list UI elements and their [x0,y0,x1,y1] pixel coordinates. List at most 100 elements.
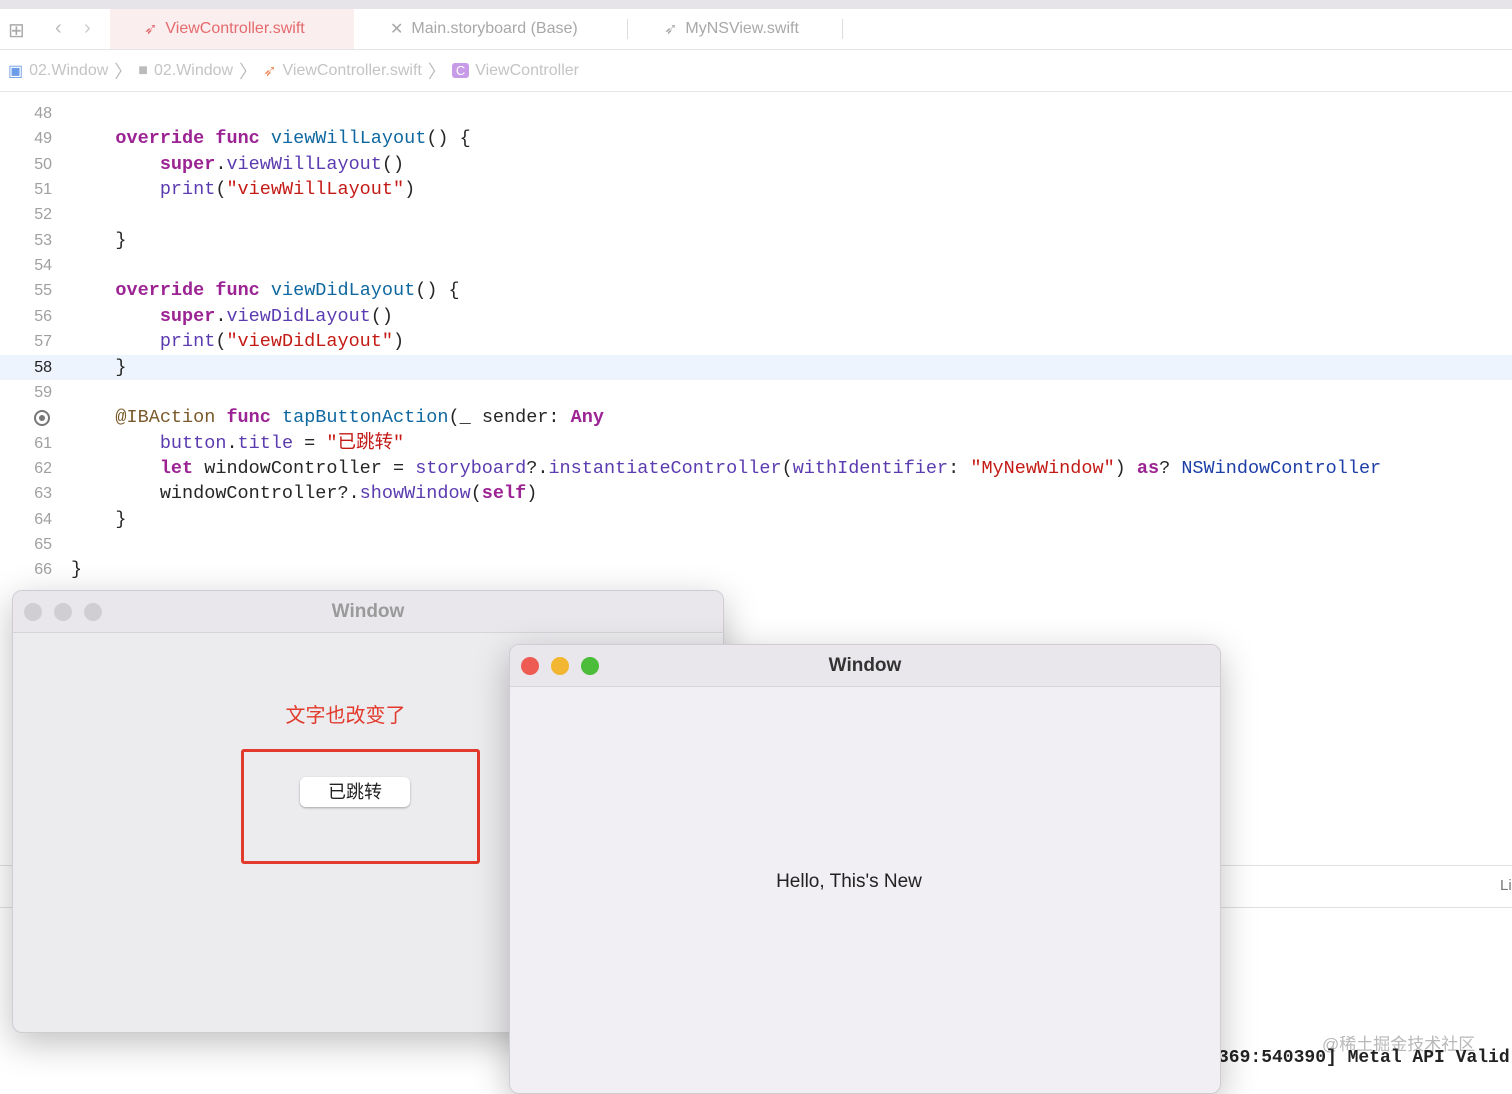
hello-label: Hello, This's New [776,871,922,892]
code-line[interactable]: 51 print("viewWillLayout") [0,177,1512,202]
code-token: ) [392,331,405,353]
code-token: func [215,128,260,150]
title-bar[interactable]: Window [510,645,1220,687]
code-token: } [71,559,83,581]
line-number: 57 [34,333,52,351]
line-number: 50 [34,155,52,173]
code-token: ) [1114,457,1137,479]
code-line[interactable]: 64 } [0,507,1512,532]
code-token: () { [426,128,471,150]
line-number: 66 [34,561,52,579]
line-number: 51 [34,181,52,199]
code-line[interactable]: 49 override func viewWillLayout() { [0,126,1512,151]
code-text: override func viewDidLayout() { [71,278,459,303]
code-text: } [71,355,126,380]
code-token: ) [404,179,416,201]
code-text: } [71,557,82,582]
code-token: @IBAction [115,407,216,429]
breadcrumb-folder[interactable]: 02.Window [154,62,233,80]
line-number: 62 [34,459,52,477]
code-text: print("viewWillLayout") [71,177,415,202]
code-text: override func viewWillLayout() { [71,126,471,151]
code-token: func [226,407,271,429]
line-number: 56 [34,307,52,325]
tab-divider [842,19,843,39]
tab-mynsview[interactable]: ➶ MyNSView.swift [630,9,842,49]
line-number: 59 [34,383,52,401]
code-line[interactable]: 48 [0,101,1512,126]
code-token: Any [570,407,604,429]
code-token: "已跳转" [326,432,405,454]
code-token: ? [1159,457,1182,479]
window-new: Window Hello, This's New [509,644,1221,1094]
grid-icon[interactable]: ⊞ [8,18,25,43]
code-token: ) [526,483,538,505]
line-number: 48 [34,105,52,122]
code-token: . [215,305,227,327]
code-line[interactable]: 52 [0,202,1512,227]
console-output: 369:540390] Metal API Valid [1218,1048,1510,1068]
code-line[interactable]: 53 } [0,228,1512,253]
code-token: } [71,229,127,251]
tab-viewcontroller[interactable]: ➶ ViewController.swift [110,9,354,49]
code-line[interactable]: 55 override func viewDidLayout() { [0,278,1512,303]
code-line[interactable]: 56 super.viewDidLayout() [0,304,1512,329]
code-token: self [481,483,527,505]
code-token: override [115,128,205,150]
code-token: windowController?. [71,483,360,505]
line-number: 49 [34,130,52,148]
code-text: } [71,228,127,253]
code-line[interactable]: 58 } [0,354,1512,380]
swift-icon: ➶ [263,62,277,80]
code-line[interactable]: 62 let windowController = storyboard?.in… [0,456,1512,481]
code-text: print("viewDidLayout") [71,329,404,354]
line-number: 54 [34,257,52,275]
code-token: : [948,457,971,479]
swift-icon: ➶ [144,21,158,38]
code-token: super [159,305,216,327]
code-line[interactable]: 54 [0,253,1512,278]
code-line[interactable]: 65 [0,532,1512,557]
line-number: 58 [34,358,52,376]
breadcrumb-file[interactable]: ViewController.swift [283,62,422,80]
code-token: showWindow [359,483,471,505]
code-token: () [370,305,393,327]
code-line[interactable]: 63 windowController?.showWindow(self) [0,481,1512,506]
code-token: ( [215,179,227,201]
code-text: let windowController = storyboard?.insta… [71,456,1381,481]
back-icon[interactable]: ‹ [55,17,62,40]
tab-main-storyboard[interactable]: ✕ Main.storyboard (Base) [356,9,626,49]
debug-label: Li [1500,877,1512,894]
jumped-button[interactable]: 已跳转 [300,777,410,807]
code-line[interactable]: 66} [0,557,1512,582]
code-editor[interactable]: 48 49 override func viewWillLayout() {50 … [0,92,1512,592]
title-bar[interactable]: Window [13,591,723,633]
forward-icon[interactable]: › [84,17,91,40]
breakpoint-icon[interactable] [20,405,52,430]
code-line[interactable]: 50 super.viewWillLayout() [0,152,1512,177]
code-line[interactable]: @IBAction func tapButtonAction(_ sender:… [0,405,1512,430]
code-text: button.title = "已跳转" [71,431,404,456]
breadcrumb-class[interactable]: ViewController [475,62,579,80]
code-token: print [159,179,216,201]
code-text: super.viewDidLayout() [71,304,393,329]
code-token: NSWindowController [1181,457,1382,479]
code-token: viewDidLayout [270,280,416,302]
line-number: 65 [34,535,52,553]
code-line[interactable]: 59 [0,380,1512,405]
line-number: 63 [34,485,52,503]
swift-icon: ➶ [664,21,678,38]
code-line[interactable]: 57 print("viewDidLayout") [0,329,1512,354]
code-token: viewWillLayout [226,153,382,175]
code-line[interactable]: 61 button.title = "已跳转" [0,431,1512,456]
breadcrumb-project[interactable]: 02.Window [29,62,108,80]
code-token: instantiateController [548,457,782,479]
code-token: (_ sender: [448,407,571,429]
